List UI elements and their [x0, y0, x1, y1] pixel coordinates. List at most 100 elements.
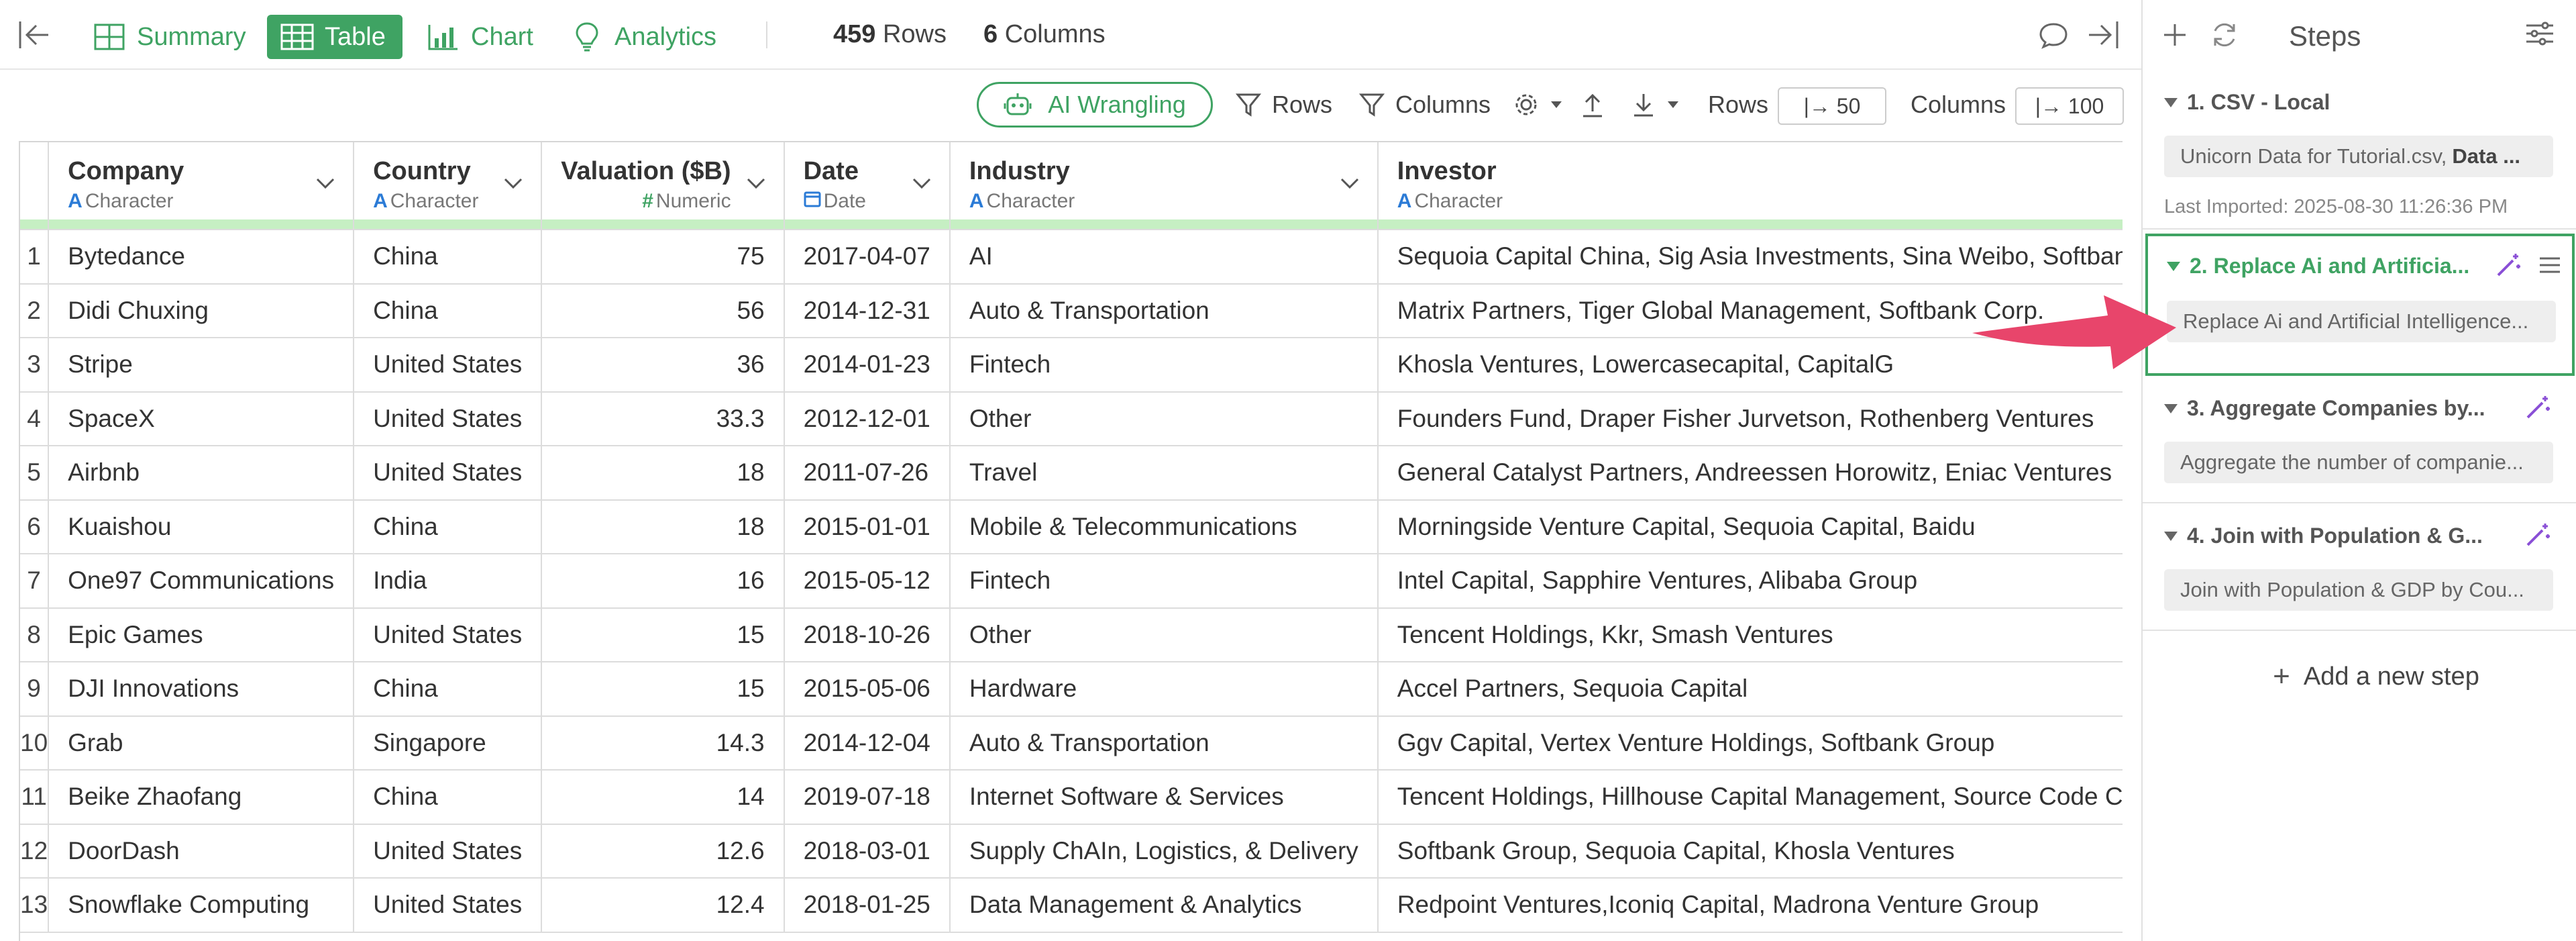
- table-cell[interactable]: Data Management & Analytics: [949, 878, 1379, 933]
- table-cell[interactable]: Bytedance: [48, 230, 355, 285]
- table-cell[interactable]: Morningside Venture Capital, Sequoia Cap…: [1377, 499, 2123, 554]
- table-cell[interactable]: 2018-03-01: [784, 824, 951, 879]
- table-cell[interactable]: Singapore: [354, 715, 543, 771]
- tab-analytics[interactable]: Analytics: [557, 15, 730, 59]
- ai-wrangling-button[interactable]: AI Wrangling: [977, 82, 1213, 128]
- table-cell[interactable]: 2014-12-04: [784, 715, 951, 771]
- step-3[interactable]: 3. Aggregate Companies by... Aggregate t…: [2143, 376, 2576, 503]
- table-cell[interactable]: Kuaishou: [48, 499, 355, 554]
- table-cell[interactable]: DJI Innovations: [48, 662, 355, 717]
- table-row[interactable]: 2 Didi Chuxing China 56 2014-12-31 Auto & Tra…: [20, 283, 2123, 338]
- table-cell[interactable]: 36: [541, 338, 785, 393]
- table-cell[interactable]: 2011-07-26: [784, 446, 951, 501]
- table-cell[interactable]: United States: [354, 391, 543, 446]
- table-cell[interactable]: 2015-05-06: [784, 662, 951, 717]
- table-cell[interactable]: 18: [541, 446, 785, 501]
- table-cell[interactable]: Supply ChAIn, Logistics, & Delivery: [949, 824, 1379, 879]
- step-1-title[interactable]: 1. CSV - Local: [2164, 90, 2330, 115]
- step-2[interactable]: 2. Replace Ai and Artificia... Replace A…: [2145, 234, 2575, 376]
- table-cell[interactable]: China: [354, 499, 543, 554]
- download-menu-button[interactable]: [1631, 87, 1690, 122]
- table-cell[interactable]: 14.3: [541, 715, 785, 771]
- table-row[interactable]: 12 DoorDash United States 12.6 2018-03-01 Sup…: [20, 824, 2123, 879]
- table-cell[interactable]: Auto & Transportation: [949, 715, 1379, 771]
- table-row[interactable]: 9 DJI Innovations China 15 2015-05-06 Hardwar…: [20, 662, 2123, 717]
- table-cell[interactable]: Didi Chuxing: [48, 283, 355, 338]
- tab-chart[interactable]: Chart: [413, 15, 547, 59]
- table-cell[interactable]: 15: [541, 607, 785, 662]
- table-cell[interactable]: 75: [541, 230, 785, 285]
- table-cell[interactable]: Matrix Partners, Tiger Global Management…: [1377, 283, 2123, 338]
- step-4[interactable]: 4. Join with Population & G... Join with…: [2143, 503, 2576, 631]
- chevron-down-icon[interactable]: [746, 168, 766, 196]
- table-cell[interactable]: Hardware: [949, 662, 1379, 717]
- table-cell[interactable]: Fintech: [949, 338, 1379, 393]
- table-cell[interactable]: Intel Capital, Sapphire Ventures, Alibab…: [1377, 554, 2123, 609]
- table-cell[interactable]: Beike Zhaofang: [48, 770, 355, 825]
- table-cell[interactable]: Khosla Ventures, Lowercasecapital, Capit…: [1377, 338, 2123, 393]
- table-cell[interactable]: 2015-01-01: [784, 499, 951, 554]
- table-cell[interactable]: AI: [949, 230, 1379, 285]
- table-cell[interactable]: United States: [354, 878, 543, 933]
- column-header[interactable]: Company A Character: [48, 142, 355, 230]
- table-cell[interactable]: 2014-01-23: [784, 338, 951, 393]
- chevron-down-icon[interactable]: [912, 168, 932, 196]
- table-row[interactable]: 6 Kuaishou China 18 2015-01-01 Mobile & Telec…: [20, 499, 2123, 554]
- chevron-down-icon[interactable]: [315, 168, 335, 196]
- step-3-title[interactable]: 3. Aggregate Companies by...: [2164, 396, 2485, 421]
- table-row[interactable]: 1 Bytedance China 75 2017-04-07 AI Sequoia Cap…: [20, 230, 2123, 285]
- column-header[interactable]: Date Date: [784, 142, 951, 230]
- chevron-down-icon[interactable]: [1340, 168, 1360, 196]
- table-cell[interactable]: China: [354, 283, 543, 338]
- table-cell[interactable]: 2015-05-12: [784, 554, 951, 609]
- table-cell[interactable]: 33.3: [541, 391, 785, 446]
- plus-icon[interactable]: [2161, 21, 2188, 48]
- chevron-down-icon[interactable]: [503, 168, 523, 196]
- rows-filter-button[interactable]: Rows: [1236, 87, 1332, 122]
- table-cell[interactable]: Travel: [949, 446, 1379, 501]
- table-cell[interactable]: 2014-12-31: [784, 283, 951, 338]
- table-cell[interactable]: Softbank Group, Sequoia Capital, Khosla …: [1377, 824, 2123, 879]
- table-cell[interactable]: Ggv Capital, Vertex Venture Holdings, So…: [1377, 715, 2123, 771]
- refresh-icon[interactable]: [2210, 20, 2239, 50]
- table-cell[interactable]: One97 Communications: [48, 554, 355, 609]
- step-3-description[interactable]: Aggregate the number of companie...: [2164, 442, 2553, 483]
- column-header[interactable]: Industry A Character: [949, 142, 1379, 230]
- magic-wand-icon[interactable]: [2496, 252, 2521, 278]
- tab-table[interactable]: Table: [267, 15, 402, 59]
- comment-icon[interactable]: [2037, 19, 2070, 51]
- table-row[interactable]: 3 Stripe United States 36 2014-01-23 Fintech K…: [20, 338, 2123, 393]
- table-cell[interactable]: 56: [541, 283, 785, 338]
- table-cell[interactable]: United States: [354, 824, 543, 879]
- table-cell[interactable]: SpaceX: [48, 391, 355, 446]
- table-cell[interactable]: United States: [354, 338, 543, 393]
- table-cell[interactable]: Sequoia Capital China, Sig Asia Investme…: [1377, 230, 2123, 285]
- sliders-icon[interactable]: [2525, 20, 2555, 47]
- table-cell[interactable]: Airbnb: [48, 446, 355, 501]
- magic-wand-icon[interactable]: [2525, 395, 2551, 420]
- table-cell[interactable]: United States: [354, 607, 543, 662]
- table-cell[interactable]: 14: [541, 770, 785, 825]
- table-cell[interactable]: China: [354, 662, 543, 717]
- table-cell[interactable]: Snowflake Computing: [48, 878, 355, 933]
- magic-wand-icon[interactable]: [2525, 522, 2551, 548]
- table-cell[interactable]: 2018-01-25: [784, 878, 951, 933]
- table-cell[interactable]: 2019-07-18: [784, 770, 951, 825]
- rows-limit-input[interactable]: |→ 50: [1778, 87, 1886, 125]
- table-cell[interactable]: Internet Software & Services: [949, 770, 1379, 825]
- table-cell[interactable]: Redpoint Ventures,Iconiq Capital, Madron…: [1377, 878, 2123, 933]
- table-cell[interactable]: 2017-04-07: [784, 230, 951, 285]
- table-cell[interactable]: General Catalyst Partners, Andreessen Ho…: [1377, 446, 2123, 501]
- column-header[interactable]: Country A Character: [354, 142, 543, 230]
- table-row[interactable]: 5 Airbnb United States 18 2011-07-26 Travel Ge…: [20, 446, 2123, 501]
- table-cell[interactable]: DoorDash: [48, 824, 355, 879]
- table-cell[interactable]: 18: [541, 499, 785, 554]
- table-cell[interactable]: 2012-12-01: [784, 391, 951, 446]
- columns-filter-button[interactable]: Columns: [1359, 87, 1491, 122]
- table-cell[interactable]: India: [354, 554, 543, 609]
- table-cell[interactable]: China: [354, 230, 543, 285]
- collapse-left-icon[interactable]: [17, 20, 51, 50]
- table-cell[interactable]: Accel Partners, Sequoia Capital: [1377, 662, 2123, 717]
- table-cell[interactable]: Epic Games: [48, 607, 355, 662]
- table-row[interactable]: 11 Beike Zhaofang China 14 2019-07-18 Interne…: [20, 770, 2123, 825]
